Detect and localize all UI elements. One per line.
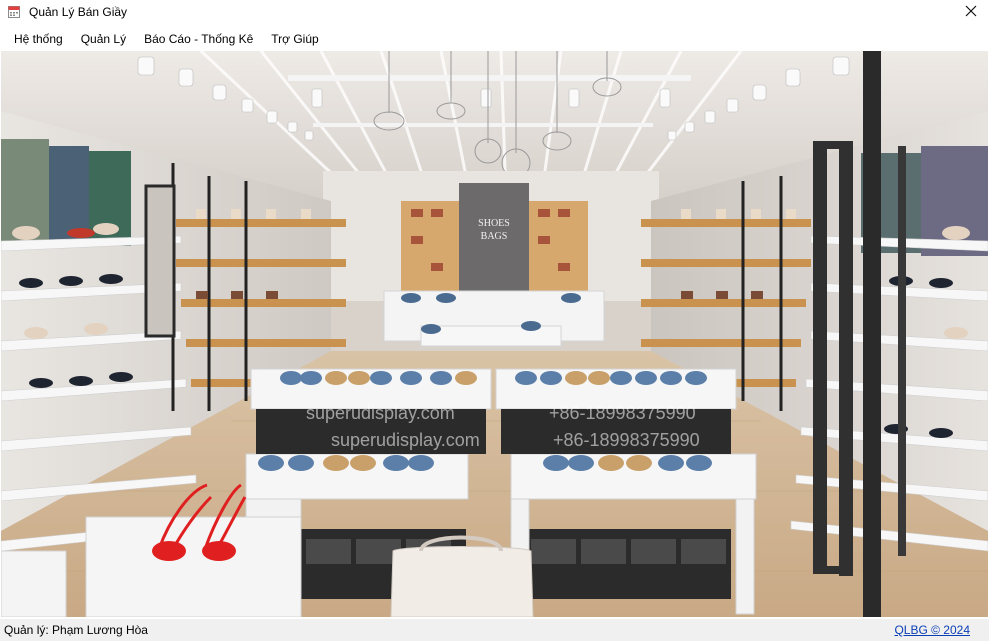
- watermark-phone: +86-18998375990: [549, 403, 696, 423]
- menu-he-thong[interactable]: Hệ thống: [0, 27, 72, 51]
- svg-text:BAGS: BAGS: [481, 231, 508, 242]
- store-banner-image: SHOES BAGS superudisplay.com +86-1899837…: [1, 51, 988, 617]
- close-icon: [965, 5, 977, 20]
- watermark-phone-2: +86-18998375990: [553, 430, 700, 450]
- menu-bao-cao-thong-ke[interactable]: Báo Cáo - Thống Kê: [135, 27, 262, 51]
- close-button[interactable]: [953, 0, 989, 24]
- calendar-icon: [8, 5, 20, 18]
- menu-tro-giup[interactable]: Trợ Giúp: [262, 27, 327, 51]
- watermark-site: superudisplay.com: [306, 403, 455, 423]
- menu-bar: Hệ thống Quản Lý Báo Cáo - Thống Kê Trợ …: [0, 27, 989, 51]
- watermark-site-2: superudisplay.com: [331, 430, 480, 450]
- current-user-label: Quản lý: Phạm Lương Hòa: [4, 623, 148, 637]
- store-sign: SHOES: [478, 218, 510, 229]
- status-bar: Quản lý: Phạm Lương Hòa QLBG © 2024: [0, 619, 989, 641]
- window-title: Quản Lý Bán Giầy: [29, 5, 128, 19]
- title-bar: Quản Lý Bán Giầy: [0, 0, 989, 24]
- copyright-link[interactable]: QLBG © 2024: [894, 623, 970, 637]
- menu-quan-ly[interactable]: Quản Lý: [72, 27, 135, 51]
